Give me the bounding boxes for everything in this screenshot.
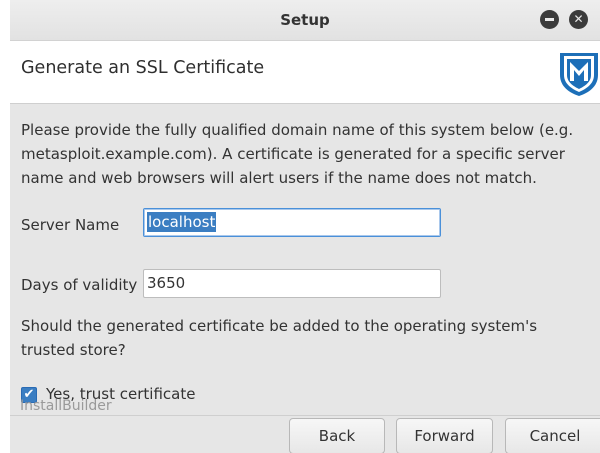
days-validity-value: 3650 (147, 274, 186, 292)
description-text: Please provide the fully qualified domai… (21, 121, 574, 187)
server-name-label: Server Name (21, 216, 120, 234)
title-bar: Setup ✕ (10, 0, 600, 41)
cancel-button[interactable]: Cancel (505, 418, 600, 453)
server-name-value: localhost (147, 212, 217, 232)
window-title: Setup (280, 11, 330, 29)
minimize-button[interactable] (540, 10, 559, 29)
trust-question-text: Should the generated certificate be adde… (21, 317, 538, 359)
back-button[interactable]: Back (289, 418, 385, 453)
footer-divider (10, 415, 600, 416)
forward-button[interactable]: Forward (396, 418, 493, 453)
close-icon: ✕ (573, 12, 584, 26)
page-title: Generate an SSL Certificate (21, 58, 265, 78)
server-name-input[interactable]: localhost (143, 208, 441, 237)
minimize-icon (545, 18, 554, 21)
content-area: Please provide the fully qualified domai… (10, 104, 600, 415)
days-validity-label: Days of validity (21, 276, 138, 294)
setup-window: Setup ✕ Generate an SSL Certificate Plea… (10, 0, 600, 453)
days-validity-input[interactable]: 3650 (143, 269, 441, 298)
installbuilder-watermark: InstallBuilder (20, 398, 112, 414)
page-header: Generate an SSL Certificate (10, 41, 600, 104)
metasploit-logo-icon (560, 53, 598, 96)
close-button[interactable]: ✕ (569, 10, 588, 29)
